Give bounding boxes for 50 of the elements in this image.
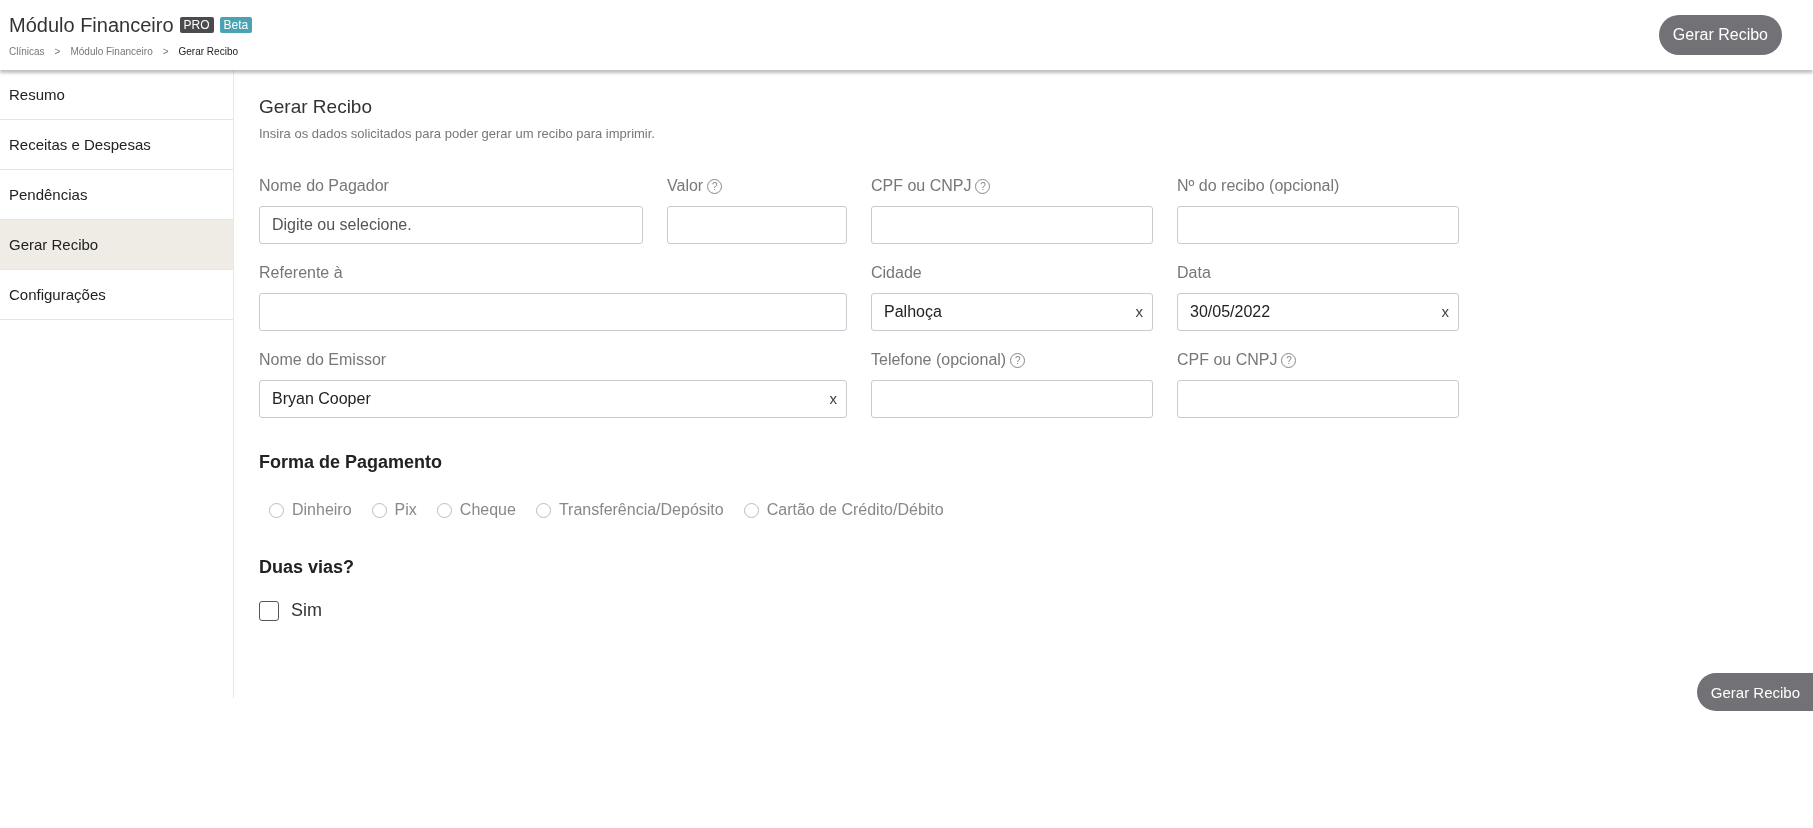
section-heading: Forma de Pagamento (259, 452, 444, 473)
input-field[interactable] (667, 206, 847, 244)
breadcrumb-link[interactable]: Módulo Financeiro (70, 45, 153, 57)
breadcrumb-link[interactable]: Clínicas (9, 45, 45, 57)
checkbox[interactable] (259, 600, 279, 621)
generate-receipt-button[interactable]: Gerar Recibo (1658, 15, 1782, 55)
field-label: Nome do Pagador (259, 177, 389, 195)
radio-label: Pix (394, 501, 417, 519)
generate-receipt-button[interactable]: Gerar Recibo (1696, 673, 1813, 711)
radio-label: Cheque (459, 501, 516, 519)
radio-label: Dinheiro (292, 501, 352, 519)
tier-badge: PRO (179, 17, 214, 33)
tier-badge: Beta (219, 17, 253, 33)
sidebar-item[interactable]: Receitas e Despesas (0, 120, 233, 170)
radio-button[interactable] (269, 502, 284, 518)
field-label: CPF ou CNPJ (871, 177, 972, 195)
page-title: Módulo Financeiro (9, 13, 174, 37)
field-label: CPF ou CNPJ (1177, 351, 1278, 369)
field-label: Valor (667, 177, 704, 195)
breadcrumb-separator: > (162, 45, 169, 57)
clear-button[interactable]: x (1135, 303, 1143, 320)
radio-button[interactable] (436, 502, 452, 518)
radio-button[interactable] (535, 502, 551, 518)
input-field[interactable] (871, 206, 1153, 244)
field-label: Data (1177, 264, 1211, 282)
field-label: Nome do Emissor (259, 351, 387, 369)
field-label: Referente à (259, 264, 343, 282)
input-field[interactable] (1177, 380, 1459, 418)
input-field[interactable] (259, 293, 847, 331)
input-field[interactable] (1177, 206, 1459, 244)
checkbox-label: Sim (291, 600, 322, 621)
field-label: Telefone (opcional) (871, 351, 1007, 369)
input-field[interactable] (871, 380, 1153, 418)
radio-button[interactable] (371, 502, 387, 518)
clear-button[interactable]: x (1441, 303, 1449, 320)
sidebar-item[interactable]: Configurações (0, 270, 233, 320)
breadcrumb-separator: > (54, 45, 61, 57)
field-label: Cidade (871, 264, 922, 282)
input-field[interactable]: Digite ou selecione. (259, 206, 643, 244)
radio-button[interactable] (743, 502, 759, 518)
form-subtitle: Insira os dados solicitados para poder gerar um recibo para imprimir. (259, 126, 656, 141)
form-title: Gerar Recibo (259, 96, 373, 118)
sidebar-item[interactable]: Resumo (0, 70, 233, 120)
radio-label: Transferência/Depósito (558, 501, 724, 519)
sidebar-item[interactable]: Gerar Recibo (0, 220, 233, 270)
breadcrumb-link[interactable]: Gerar Recibo (178, 45, 238, 57)
field-label: Nº do recibo (opcional) (1177, 177, 1340, 195)
radio-label: Cartão de Crédito/Débito (766, 501, 944, 519)
section-heading: Duas vias? (259, 557, 356, 578)
clear-button[interactable]: x (829, 390, 837, 407)
